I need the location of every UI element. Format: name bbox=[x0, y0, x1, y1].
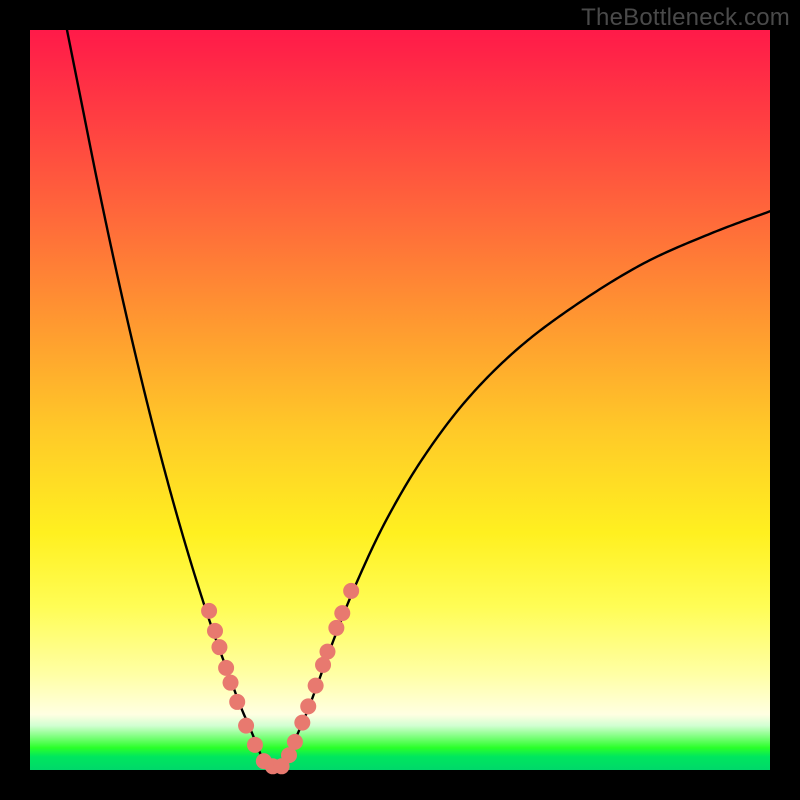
marker-dot bbox=[223, 675, 239, 691]
marker-dot bbox=[328, 620, 344, 636]
marker-dot bbox=[211, 639, 227, 655]
marker-dot bbox=[319, 644, 335, 660]
watermark-text: TheBottleneck.com bbox=[581, 4, 790, 32]
curve-left-branch bbox=[67, 30, 265, 764]
marker-dot bbox=[334, 605, 350, 621]
marker-dot bbox=[300, 698, 316, 714]
marker-dot bbox=[207, 623, 223, 639]
chart-svg bbox=[30, 30, 770, 770]
marker-dot bbox=[238, 718, 254, 734]
chart-frame: TheBottleneck.com bbox=[0, 0, 800, 800]
marker-dot bbox=[229, 694, 245, 710]
marker-dot bbox=[287, 734, 303, 750]
marker-dot bbox=[247, 737, 263, 753]
marker-dot bbox=[343, 583, 359, 599]
curve-right-branch bbox=[283, 211, 770, 764]
marker-dot bbox=[294, 715, 310, 731]
marker-dot bbox=[308, 678, 324, 694]
marker-dot bbox=[201, 603, 217, 619]
marker-dot bbox=[218, 660, 234, 676]
plot-area bbox=[30, 30, 770, 770]
